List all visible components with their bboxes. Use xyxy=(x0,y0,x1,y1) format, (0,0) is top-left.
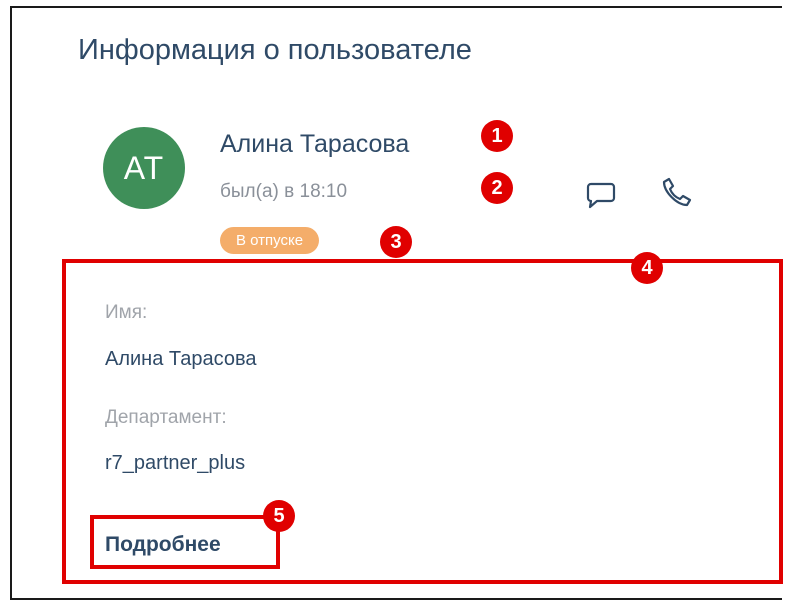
last-seen-status: был(а) в 18:10 xyxy=(220,181,348,202)
status-badge: В отпуске xyxy=(220,227,320,254)
callout-marker-1: 1 xyxy=(481,120,513,152)
callout-marker-2: 2 xyxy=(481,172,513,204)
callout-marker-3: 3 xyxy=(380,226,412,258)
name-field-label: Имя: xyxy=(105,302,148,323)
name-field-value: Алина Тарасова xyxy=(105,348,257,370)
avatar: АТ xyxy=(103,127,185,209)
chat-bubble-icon xyxy=(586,182,616,209)
phone-icon xyxy=(662,177,692,207)
call-button[interactable] xyxy=(657,172,697,212)
page-title: Информация о пользователе xyxy=(78,34,472,66)
user-name: Алина Тарасова xyxy=(220,130,410,158)
callout-marker-5: 5 xyxy=(263,500,295,532)
message-button[interactable] xyxy=(581,175,621,215)
department-field-label: Департамент: xyxy=(105,407,227,428)
department-field-value: r7_partner_plus xyxy=(105,452,246,474)
callout-marker-4: 4 xyxy=(631,252,663,284)
more-details-link[interactable]: Подробнее xyxy=(105,533,221,557)
